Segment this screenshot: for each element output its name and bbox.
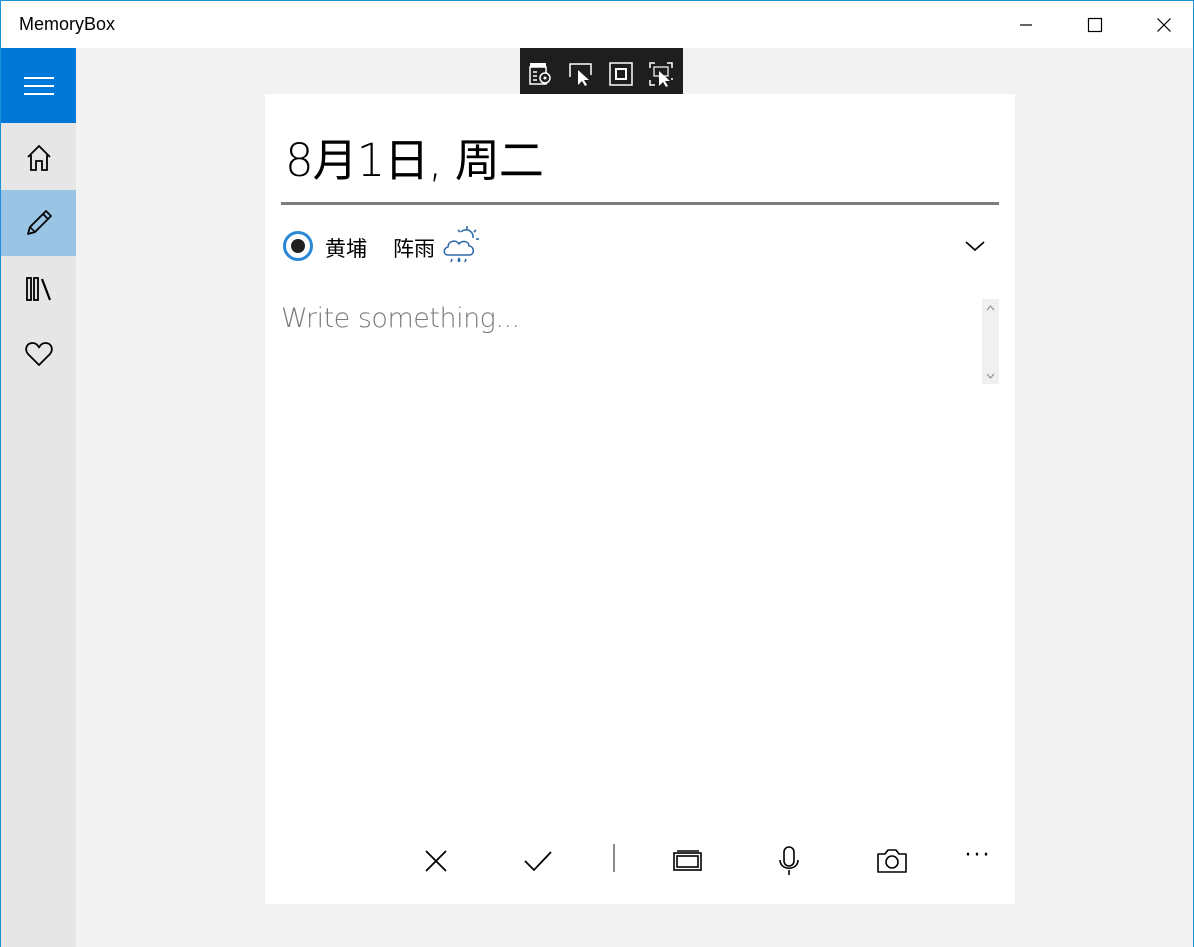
live-visual-tree-button[interactable] — [527, 60, 555, 88]
weather-label: 阵雨 — [393, 237, 435, 261]
hamburger-icon — [23, 76, 54, 95]
body-placeholder: Write something... — [281, 303, 520, 334]
pencil-icon — [26, 210, 52, 235]
maximize-icon — [1087, 17, 1103, 32]
heart-icon — [24, 342, 53, 366]
microphone-button[interactable] — [766, 838, 812, 884]
maximize-button[interactable] — [1061, 1, 1129, 48]
home-icon — [26, 144, 51, 171]
track-focus-icon — [649, 62, 673, 87]
minimize-icon — [1020, 23, 1032, 26]
title-underline — [281, 202, 999, 205]
more-icon: ··· — [964, 843, 992, 868]
body-scrollbar[interactable] — [982, 299, 999, 384]
close-icon — [1157, 17, 1171, 32]
scroll-up-button[interactable] — [982, 299, 999, 316]
cancel-icon — [425, 850, 447, 872]
display-layout-adorners-button[interactable] — [607, 60, 635, 88]
microphone-icon — [779, 846, 799, 875]
app-title: MemoryBox — [19, 14, 116, 34]
sidebar-item-favorite[interactable] — [1, 321, 76, 387]
scroll-up-icon — [986, 304, 995, 310]
entry-date-title: 8月1日, 周二 — [285, 134, 544, 187]
hamburger-button[interactable] — [1, 48, 76, 123]
close-button[interactable] — [1130, 1, 1194, 48]
location-radio[interactable] — [283, 231, 313, 261]
entry-command-bar: ··· — [265, 834, 1015, 886]
radio-dot — [291, 239, 305, 253]
track-focus-button[interactable] — [647, 60, 675, 88]
entry-card: 8月1日, 周二 黄埔 阵雨 Write something... ··· — [265, 94, 1015, 904]
entry-body-input[interactable]: Write something... — [281, 299, 999, 389]
command-separator — [613, 844, 615, 872]
scroll-down-icon — [986, 373, 995, 379]
select-element-icon — [569, 63, 592, 86]
minimize-button[interactable] — [992, 1, 1060, 48]
sidebar-item-home[interactable] — [1, 125, 76, 191]
accept-button[interactable] — [515, 838, 561, 884]
gallery-button[interactable] — [665, 838, 711, 884]
accept-icon — [524, 851, 552, 872]
cancel-button[interactable] — [413, 838, 459, 884]
sidebar-item-write[interactable] — [1, 190, 76, 256]
chevron-down-icon[interactable] — [963, 236, 987, 256]
more-button[interactable]: ··· — [955, 838, 1001, 884]
display-layout-adorners-icon — [609, 62, 633, 86]
scroll-down-button[interactable] — [982, 367, 999, 384]
live-visual-tree-icon — [529, 63, 551, 85]
title-bar: MemoryBox — [1, 1, 1193, 48]
location-label: 黄埔 — [325, 237, 367, 261]
nav-sidebar — [1, 48, 76, 947]
select-element-button[interactable] — [567, 60, 595, 88]
sidebar-item-library[interactable] — [1, 256, 76, 322]
app-window: MemoryBox 8月1日, 周二 黄埔 阵雨 Write something… — [0, 0, 1194, 947]
camera-icon — [877, 849, 907, 873]
camera-button[interactable] — [869, 838, 915, 884]
partly-cloudy-rain-icon — [443, 226, 479, 263]
location-weather-row[interactable]: 黄埔 阵雨 — [281, 226, 999, 264]
gallery-icon — [673, 850, 702, 871]
library-icon — [25, 277, 51, 301]
